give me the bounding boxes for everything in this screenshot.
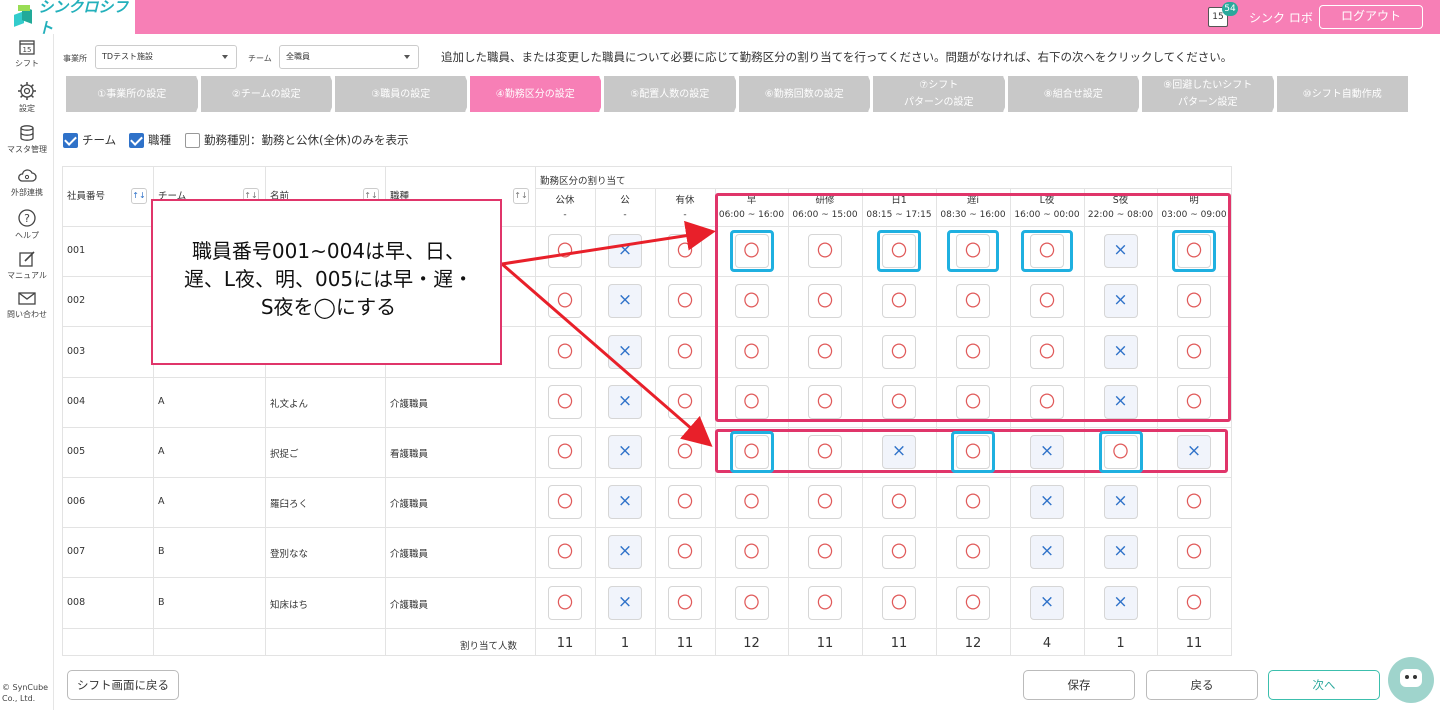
arrow-to-group-2 [501,262,713,447]
callout-text: 職員番号001~004は早、日、 遅、L夜、明、005には早・遅・ S夜を◯にす… [153,237,504,321]
callout-line: 遅、L夜、明、005には早・遅・ [183,267,474,291]
callout-line: 職員番号001~004は早、日、 [191,239,466,263]
back-button[interactable]: 戻る [1146,670,1258,700]
callout-line: S夜を◯にする [260,295,397,319]
assistant-robot-icon[interactable] [1388,657,1434,703]
annotation-callout: 職員番号001~004は早、日、 遅、L夜、明、005には早・遅・ S夜を◯にす… [151,199,502,365]
save-button[interactable]: 保存 [1023,670,1135,700]
back-to-shift-button[interactable]: シフト画面に戻る [67,670,179,700]
next-button[interactable]: 次へ [1268,670,1380,700]
arrow-to-group-1 [501,220,716,266]
